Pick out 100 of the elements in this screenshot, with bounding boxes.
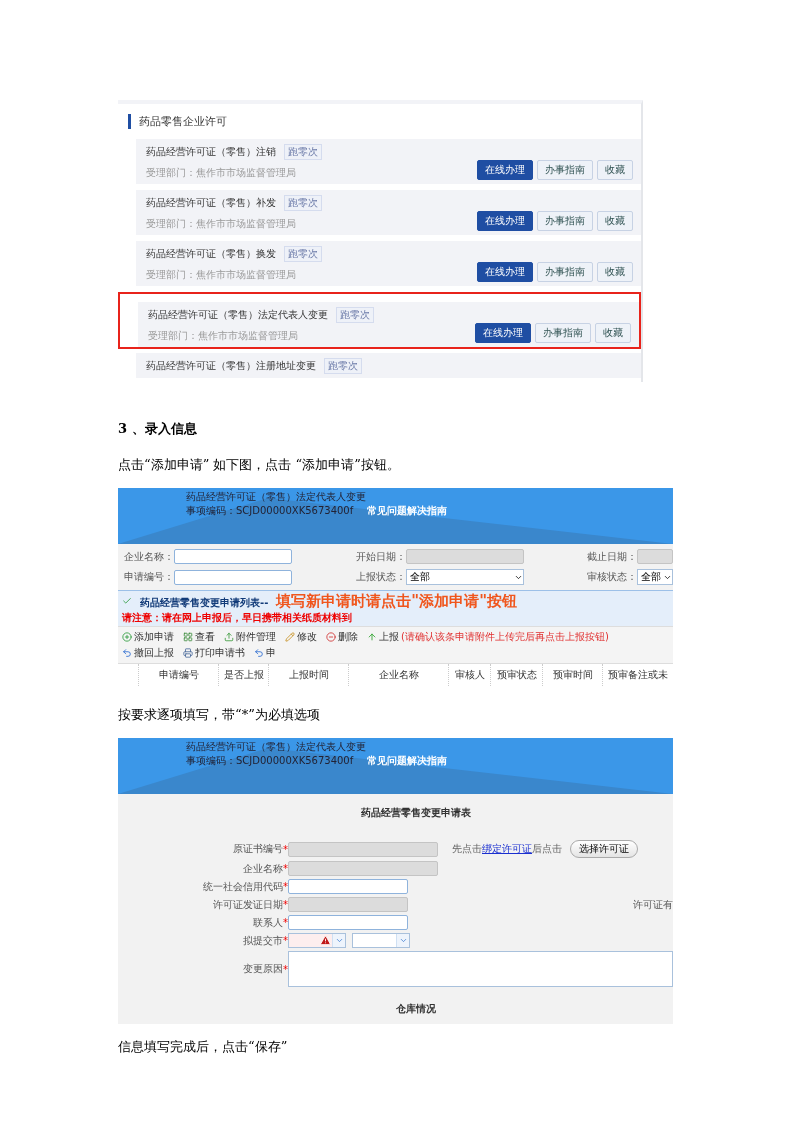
instruction-text: 信息填写完成后，点击“保存” [118, 1038, 289, 1056]
item-code: 事项编码：SCJD00000XK5673400f [186, 504, 354, 518]
field-label: 原证书编号 [233, 842, 283, 856]
field-label: 联系人 [253, 915, 283, 930]
filter-input[interactable] [174, 549, 292, 564]
guide-button[interactable]: 办事指南 [537, 160, 593, 180]
toolbar-button[interactable]: 修改 [285, 630, 317, 644]
form-title: 药品经营零售变更申请表 [359, 806, 472, 820]
filter-input[interactable] [174, 569, 292, 585]
upload-note: (请确认该条申请附件上传完后再点击上报按钮) [401, 630, 609, 644]
service-title: 药品经营许可证（零售）补发 [146, 196, 276, 210]
required-mark: * [283, 899, 288, 910]
required-mark: * [283, 963, 288, 975]
input-field[interactable] [288, 879, 408, 894]
guide-button[interactable]: 办事指南 [537, 262, 593, 282]
service-tag: 跑零次 [284, 195, 322, 211]
guide-button[interactable]: 办事指南 [535, 323, 591, 343]
field-label: 变更原因 [243, 962, 283, 976]
field-label: 拟提交市 [243, 933, 283, 948]
service-tag: 跑零次 [336, 307, 374, 323]
undo-icon [122, 648, 132, 658]
chevron-down-icon [334, 936, 344, 945]
filter-label: 截止日期： [586, 549, 637, 564]
service-title: 药品经营许可证（零售）换发 [146, 247, 276, 261]
toolbar-button[interactable]: 查看 [183, 630, 215, 644]
required-mark: * [283, 917, 288, 928]
printer-icon [183, 648, 193, 658]
required-mark: * [283, 843, 288, 855]
service-tag: 跑零次 [284, 144, 322, 160]
column-header: 是否上报 [218, 664, 268, 686]
required-mark: * [283, 881, 288, 892]
up-arrow-icon [367, 632, 377, 642]
callout-text: 填写新申请时请点击"添加申请"按钮 [276, 592, 517, 611]
list-title: 药品经营零售变更申请列表-- [140, 596, 269, 610]
toolbar-button[interactable]: 撤回上报 [122, 646, 174, 660]
service-title: 药品经营许可证（零售）注销 [146, 145, 276, 159]
service-tag: 跑零次 [324, 358, 362, 374]
handle-online-button[interactable]: 在线办理 [477, 262, 533, 282]
hint-text: 先点击绑定许可证后点击 [452, 842, 562, 856]
instruction-text: 点击“添加申请” 如下图，点击 “添加申请”按钮。 [118, 456, 401, 474]
department-text: 受理部门：焦作市市场监督管理局 [146, 268, 296, 282]
column-header: 上报时间 [268, 664, 348, 686]
add-icon [122, 632, 132, 642]
toolbar-button[interactable]: 添加申请 [122, 630, 174, 644]
city-select[interactable] [288, 933, 346, 948]
section-title: 药品零售企业许可 [128, 114, 641, 129]
toolbar-button[interactable]: 上报 (请确认该条申请附件上传完后再点击上报按钮) [367, 630, 609, 644]
filter-label: 上报状态： [354, 570, 406, 584]
instruction-text: 按要求逐项填写，带“*”为必填选项 [118, 706, 321, 724]
column-header: 预审状态 [490, 664, 542, 686]
filter-label: 开始日期： [354, 549, 406, 564]
column-header: 企业名称 [348, 664, 448, 686]
district-select[interactable] [352, 933, 410, 948]
banner-title: 药品经营许可证（零售）法定代表人变更 [186, 490, 367, 504]
guide-button[interactable]: 办事指南 [537, 211, 593, 231]
service-title: 药品经营许可证（零售）法定代表人变更 [148, 308, 328, 322]
upload-icon [224, 632, 234, 642]
favorite-button[interactable]: 收藏 [597, 211, 633, 231]
toolbar-button[interactable]: 删除 [326, 630, 358, 644]
handle-online-button[interactable]: 在线办理 [477, 160, 533, 180]
toolbar-button[interactable]: 申 [254, 646, 276, 660]
filter-label: 企业名称： [123, 549, 174, 564]
column-header: 预审时间 [542, 664, 602, 686]
service-tag: 跑零次 [284, 246, 322, 262]
item-code: 事项编码：SCJD00000XK5673400f [186, 754, 354, 768]
favorite-button[interactable]: 收藏 [597, 160, 633, 180]
undo-icon [254, 648, 264, 658]
service-title: 药品经营许可证（零售）注册地址变更 [146, 359, 316, 373]
required-mark: * [283, 863, 288, 874]
department-text: 受理部门：焦作市市场监督管理局 [148, 329, 298, 343]
banner-title: 药品经营许可证（零售）法定代表人变更 [186, 740, 367, 754]
handle-online-button[interactable]: 在线办理 [475, 323, 531, 343]
pencil-icon [285, 632, 295, 642]
department-text: 受理部门：焦作市市场监督管理局 [146, 166, 296, 180]
check-icon [122, 596, 132, 606]
input-field[interactable] [288, 915, 408, 930]
filter-select[interactable]: 全部 [637, 569, 673, 585]
warning-icon [320, 935, 331, 946]
filter-label: 申请编号： [123, 570, 174, 584]
favorite-button[interactable]: 收藏 [597, 262, 633, 282]
toolbar-button[interactable]: 打印申请书 [183, 646, 245, 660]
column-header: 申请编号 [138, 664, 218, 686]
grid-icon [183, 632, 193, 642]
handle-online-button[interactable]: 在线办理 [477, 211, 533, 231]
section-label: 仓库情况 [394, 1002, 437, 1016]
notice-text: 请注意：请在网上申报后，早日携带相关纸质材料到 [122, 611, 352, 625]
filter-label: 审核状态： [586, 570, 637, 584]
department-text: 受理部门：焦作市市场监督管理局 [146, 217, 296, 231]
favorite-button[interactable]: 收藏 [595, 323, 631, 343]
filter-select[interactable]: 全部 [405, 569, 524, 585]
field-label: 统一社会信用代码 [203, 879, 283, 894]
column-header: 预审备注或未 [602, 664, 673, 686]
column-header: 审核人 [448, 664, 490, 686]
field-label: 许可证发证日期 [213, 897, 283, 912]
chevron-down-icon [398, 936, 408, 945]
section-heading: 3 、录入信息 [118, 420, 198, 438]
field-label: 企业名称 [243, 861, 283, 876]
toolbar-button[interactable]: 附件管理 [224, 630, 276, 644]
field-label: 许可证有 [633, 897, 673, 912]
required-mark: * [283, 935, 288, 946]
